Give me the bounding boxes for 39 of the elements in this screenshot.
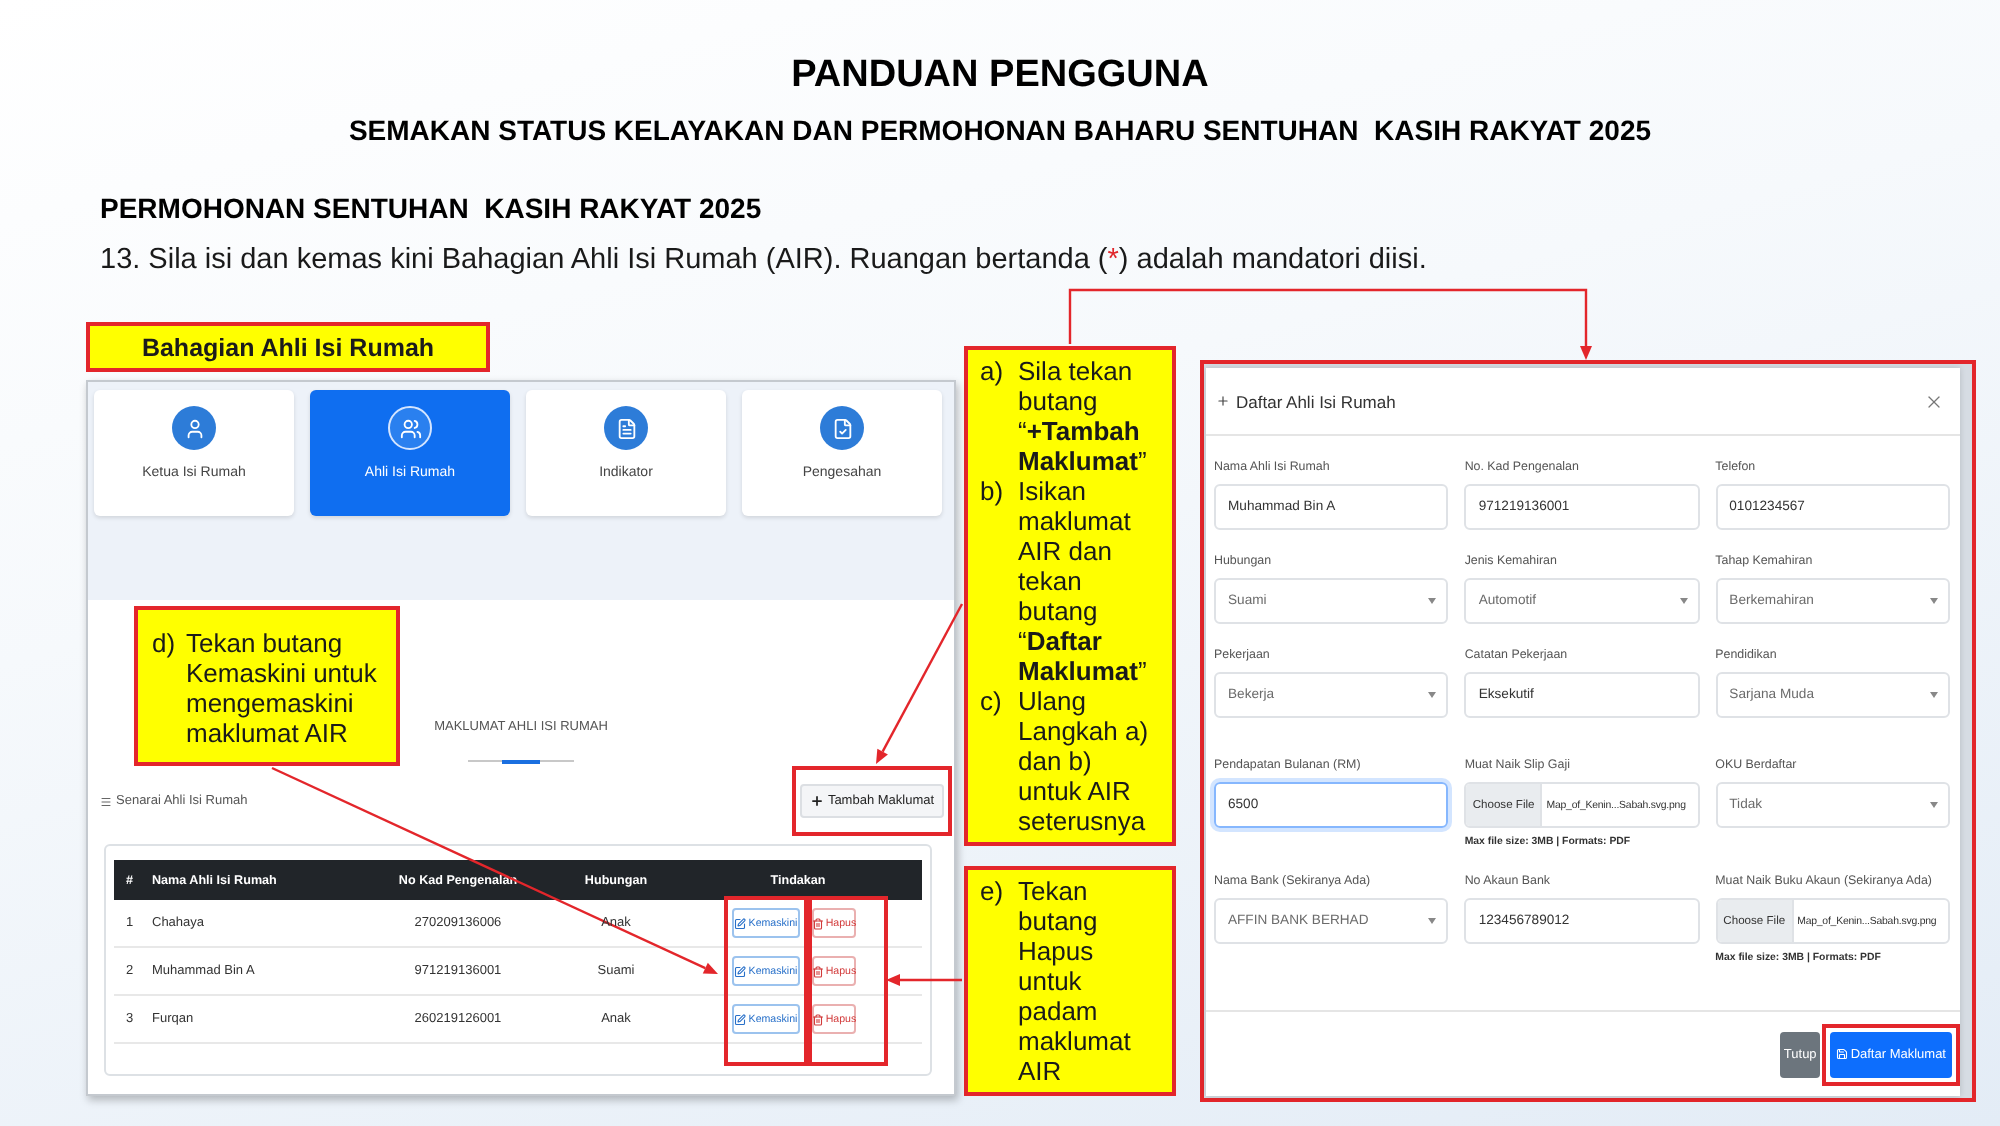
caret-icon (1428, 918, 1437, 924)
menu-icon (100, 795, 112, 807)
caret-icon (1428, 692, 1437, 698)
callout-text: Tekan butang Hapus untuk padam maklumat AIR (1018, 876, 1133, 1086)
plus-icon (1216, 394, 1230, 408)
step-marker: d) (152, 628, 178, 662)
dialog-title: Daftar Ahli Isi Rumah (1236, 391, 1396, 411)
callout-text: Ulang Langkah a) dan b) untuk AIR seterusnya (1018, 686, 1151, 836)
edit-icon (734, 1013, 747, 1025)
section-heading: PERMOHONAN SENTUHAN KASIH RAKYAT 2025 (100, 192, 762, 226)
caret-icon (1930, 802, 1938, 808)
caret-icon (1428, 598, 1437, 604)
plus-icon (809, 794, 824, 808)
step-marker: a) (980, 356, 1006, 390)
callout-text: Isikan maklumat AIR dan tekan butang “Daftar Maklumat” (1018, 476, 1149, 686)
document-check-icon (820, 406, 864, 450)
step-marker: b) (980, 476, 1006, 510)
title-underline (468, 760, 574, 762)
save-icon (1836, 1048, 1849, 1060)
trash-icon (811, 1013, 824, 1025)
trash-icon (811, 917, 824, 929)
edit-icon (734, 965, 747, 977)
caret-icon (1930, 692, 1938, 698)
slide-title: PANDUAN PENGGUNA (791, 54, 1209, 98)
caret-icon (1679, 598, 1688, 604)
section-label: Bahagian Ahli Isi Rumah (86, 322, 490, 372)
callout-text: Tekan butang Kemaskini untuk mengemaskini maklumat AIR (186, 628, 379, 752)
instruction-text: 13. Sila isi dan kemas kini Bahagian Ahli Isi Rumah (AIR). Ruangan bertanda (*) adalah mandatori diisi. (100, 244, 1427, 278)
trash-icon (811, 965, 824, 977)
people-icon (388, 406, 432, 450)
callout-text: Sila tekan butang “+Tambah Maklumat” (1018, 356, 1149, 476)
step-marker: c) (980, 686, 1004, 720)
document-icon (604, 406, 648, 450)
caret-icon (1930, 598, 1938, 604)
step-marker: e) (980, 876, 1006, 910)
person-icon (172, 406, 216, 450)
close-icon[interactable] (1924, 391, 1944, 411)
slide-subtitle: SEMAKAN STATUS KELAYAKAN DAN PERMOHONAN BAHARU SENTUHAN KASIH RAKYAT 2025 (348, 114, 1652, 148)
edit-icon (734, 917, 747, 929)
